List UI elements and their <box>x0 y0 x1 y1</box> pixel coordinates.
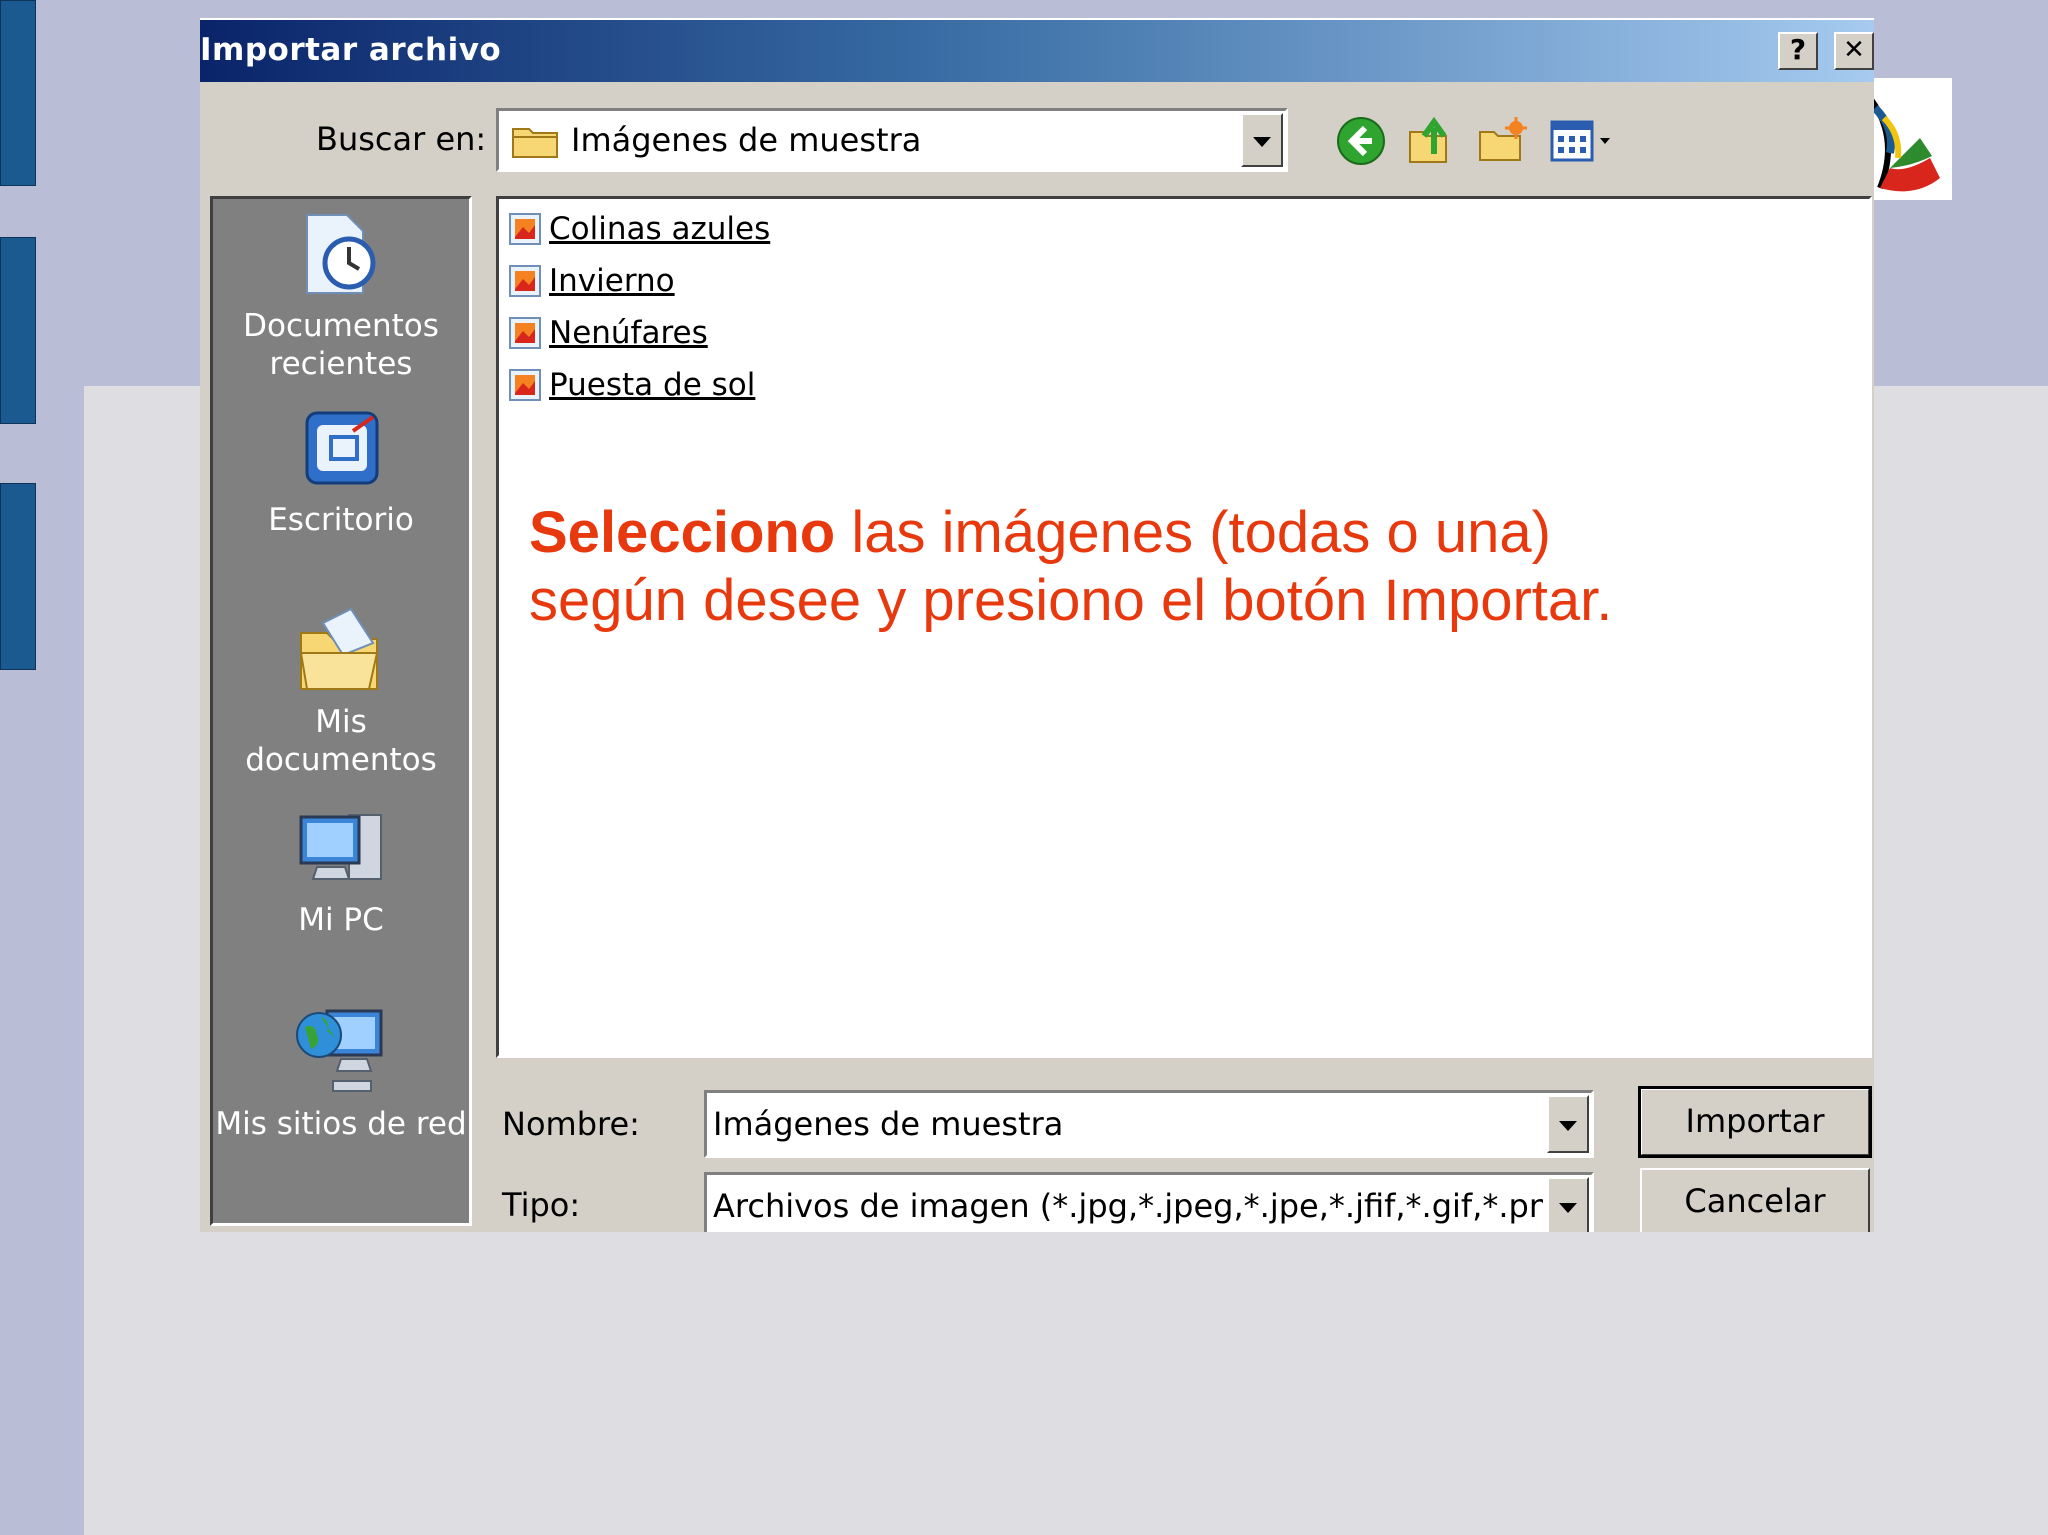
list-item[interactable]: Invierno <box>507 259 675 303</box>
filename-label: Nombre: <box>502 1105 640 1143</box>
my-computer-icon <box>299 814 382 880</box>
close-button[interactable]: ✕ <box>1834 32 1874 70</box>
lookin-dropdown[interactable]: Imágenes de muestra <box>496 108 1288 172</box>
filetype-dropdown-arrow[interactable] <box>1547 1177 1589 1232</box>
file-name: Invierno <box>549 263 675 299</box>
title-bar: Importar archivo ? ✕ <box>200 20 1874 82</box>
dialog-title: Importar archivo <box>200 32 502 68</box>
list-item[interactable]: Puesta de sol <box>507 363 755 407</box>
desktop-icon <box>305 411 379 485</box>
filetype-label: Tipo: <box>502 1186 581 1224</box>
file-list[interactable]: Colinas azules Invierno Nenúfares Puesta… <box>496 196 1872 1058</box>
filename-input[interactable]: Imágenes de muestra <box>704 1090 1594 1158</box>
list-item[interactable]: Nenúfares <box>507 311 708 355</box>
place-label: Mi PC <box>298 902 384 938</box>
slide-bar-3 <box>0 483 36 670</box>
image-file-icon <box>509 317 541 349</box>
place-label: Mis <box>315 704 367 740</box>
import-file-dialog: Importar archivo ? ✕ Buscar en: Imágenes… <box>200 18 1874 1232</box>
file-name: Colinas azules <box>549 211 771 247</box>
my-documents-icon <box>299 607 379 690</box>
recent-documents-icon <box>306 214 376 294</box>
new-folder-icon[interactable] <box>1476 114 1530 168</box>
filename-value: Imágenes de muestra <box>713 1105 1064 1143</box>
place-label: recientes <box>269 346 413 382</box>
annotation-line1: las imágenes (todas o una) <box>835 500 1551 565</box>
place-label: Mis sitios de red <box>215 1106 467 1142</box>
place-recent-documents[interactable]: Documentos recientes <box>213 207 469 383</box>
place-label: documentos <box>245 742 437 778</box>
place-my-documents[interactable]: Mis documentos <box>213 603 469 779</box>
place-network[interactable]: Mis sitios de red <box>213 1001 469 1143</box>
place-desktop[interactable]: Escritorio <box>213 407 469 539</box>
folder-icon <box>512 128 558 158</box>
filename-dropdown-arrow[interactable] <box>1547 1095 1589 1153</box>
slide-bar-2 <box>0 237 36 424</box>
file-name: Nenúfares <box>549 315 708 351</box>
up-folder-icon[interactable] <box>1406 114 1460 168</box>
lookin-label: Buscar en: <box>316 120 487 158</box>
image-file-icon <box>509 265 541 297</box>
annotation-line2: según desee y presiono el botón Importar… <box>529 568 1613 633</box>
slide-bar-1 <box>0 0 36 186</box>
place-label: Escritorio <box>268 502 414 538</box>
help-button[interactable]: ? <box>1778 32 1818 70</box>
filetype-value: Archivos de imagen (*.jpg,*.jpeg,*.jpe,*… <box>713 1187 1543 1225</box>
image-file-icon <box>509 369 541 401</box>
cancel-button[interactable]: Cancelar <box>1640 1168 1870 1232</box>
image-file-icon <box>509 213 541 245</box>
instruction-annotation: Selecciono las imágenes (todas o una) se… <box>529 499 1829 635</box>
place-my-computer[interactable]: Mi PC <box>213 807 469 939</box>
file-name: Puesta de sol <box>549 367 756 403</box>
place-label: Documentos <box>243 308 439 344</box>
annotation-bold: Selecciono <box>529 500 836 565</box>
back-icon[interactable] <box>1334 114 1388 168</box>
list-item[interactable]: Colinas azules <box>507 207 770 251</box>
network-places-icon <box>296 1009 383 1092</box>
import-button[interactable]: Importar <box>1638 1086 1872 1158</box>
lookin-value: Imágenes de muestra <box>571 121 922 159</box>
places-bar: Documentos recientes Escritorio Mis docu… <box>210 196 472 1226</box>
lookin-dropdown-arrow[interactable] <box>1241 113 1283 167</box>
view-menu-icon[interactable] <box>1548 114 1618 168</box>
filetype-dropdown[interactable]: Archivos de imagen (*.jpg,*.jpeg,*.jpe,*… <box>704 1172 1594 1232</box>
